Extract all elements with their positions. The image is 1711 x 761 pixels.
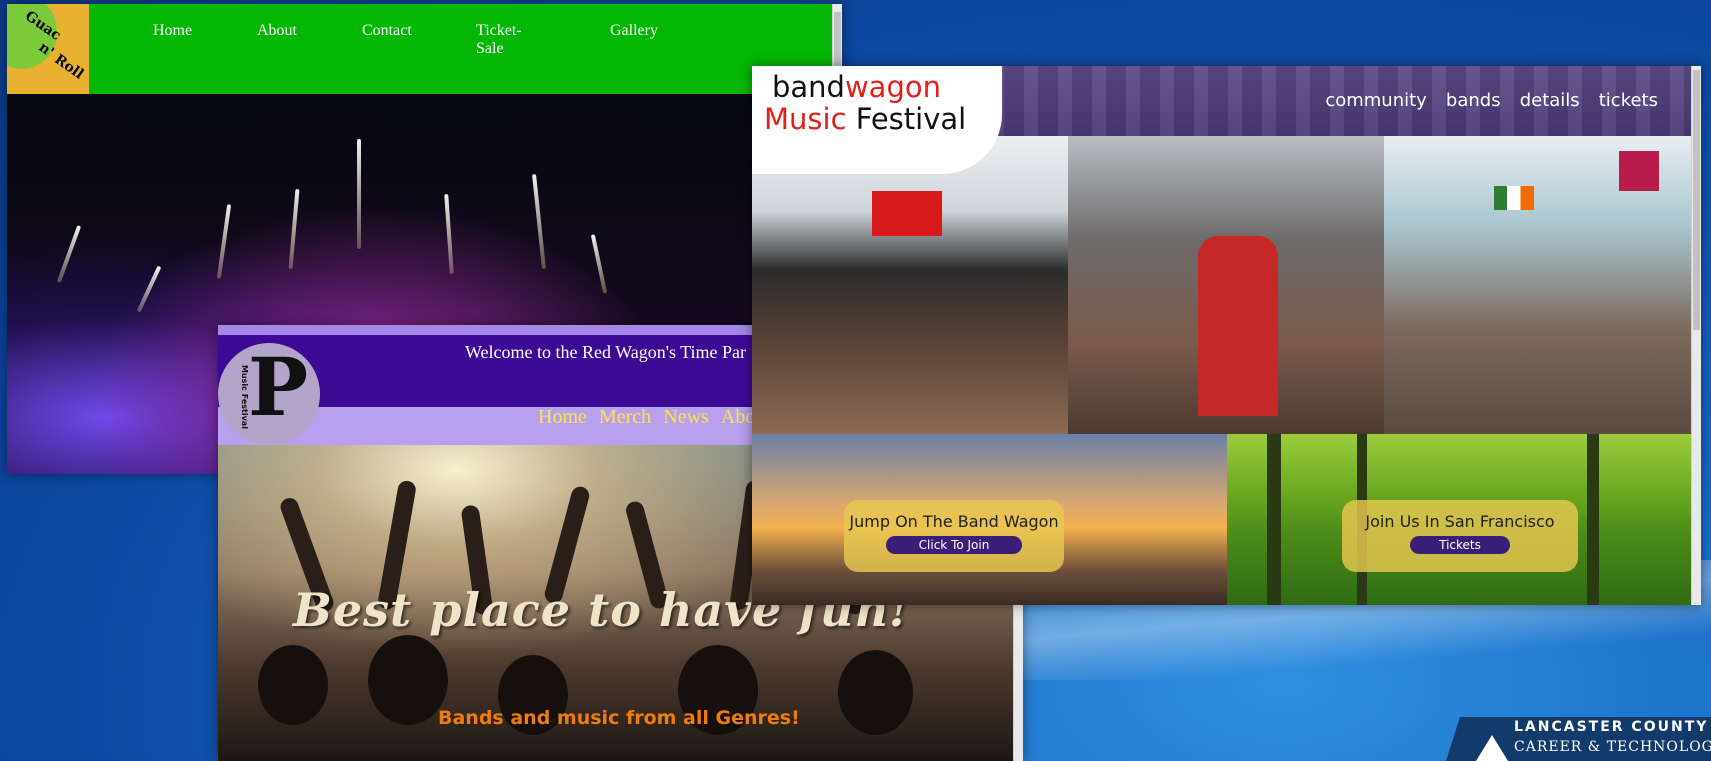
guac-header: Guac n' Roll Home About Contact Ticket-S… <box>7 4 833 94</box>
bw-scrollbar[interactable] <box>1691 66 1701 605</box>
rw-logo[interactable]: Music Festival P <box>218 343 320 445</box>
bw-nav-details[interactable]: details <box>1520 90 1580 111</box>
crowd-head <box>258 645 328 725</box>
lancaster-logo-mark-icon <box>1476 735 1508 761</box>
lancaster-county-logo: LANCASTER COUNTY CAREER & TECHNOLOGY C <box>1446 717 1711 761</box>
bw-photo-crowd <box>1068 136 1384 434</box>
rw-nav-home[interactable]: Home <box>538 406 587 428</box>
bw-photo-stage <box>752 136 1068 434</box>
bw-logo-band: band <box>772 70 845 104</box>
bw-forest-image: Join Us In San Francisco Tickets <box>1227 434 1692 605</box>
bw-cta-join: Jump On The Band Wagon Click To Join <box>844 500 1064 572</box>
bw-click-to-join-button[interactable]: Click To Join <box>886 536 1022 554</box>
bw-logo-wagon: wagon <box>844 70 941 104</box>
guac-logo[interactable]: Guac n' Roll <box>7 4 89 94</box>
bw-tickets-button[interactable]: Tickets <box>1410 536 1510 554</box>
crowd-head <box>838 650 913 735</box>
lancaster-logo-line2: CAREER & TECHNOLOGY C <box>1514 739 1711 755</box>
firework <box>56 225 82 283</box>
guac-nav-about[interactable]: About <box>257 22 297 40</box>
flag <box>1619 151 1659 191</box>
firework <box>444 193 454 275</box>
tree-trunk <box>1267 434 1281 605</box>
guac-nav-home[interactable]: Home <box>153 22 192 40</box>
rw-welcome-marquee: Welcome to the Red Wagon's Time Par <box>465 342 746 362</box>
firework <box>357 139 361 249</box>
bandwagon-window[interactable]: community bands details tickets bandwago… <box>752 66 1701 605</box>
bw-logo-line2: Music Festival <box>764 102 966 136</box>
stage-screen <box>872 191 942 236</box>
bw-nav-tickets[interactable]: tickets <box>1599 90 1658 111</box>
firework <box>590 234 608 294</box>
lancaster-logo-line1: LANCASTER COUNTY <box>1514 719 1709 735</box>
bw-logo[interactable]: bandwagon Music Festival <box>752 66 1002 174</box>
guac-nav-gallery[interactable]: Gallery <box>610 22 658 40</box>
rw-nav-merch[interactable]: Merch <box>599 406 651 428</box>
bw-palm-image: Jump On The Band Wagon Click To Join <box>752 434 1227 605</box>
bw-logo-music: Music <box>764 102 847 136</box>
guac-nav-ticket-sale[interactable]: Ticket-Sale <box>476 22 522 58</box>
rw-nav: Home Merch News Abou <box>538 406 772 429</box>
bw-nav: community bands details tickets <box>1311 90 1658 111</box>
bw-cta-sf-title: Join Us In San Francisco <box>1365 512 1555 531</box>
rw-nav-news[interactable]: News <box>663 406 709 428</box>
bw-nav-community[interactable]: community <box>1325 90 1427 111</box>
crowd-head <box>368 635 448 725</box>
firework <box>216 204 232 279</box>
flag <box>1494 186 1534 210</box>
guac-logo-line3: Roll <box>51 51 87 83</box>
rw-subheadline: Bands and music from all Genres! <box>438 707 800 729</box>
bw-nav-bands[interactable]: bands <box>1446 90 1501 111</box>
bw-cta-join-title: Jump On The Band Wagon <box>849 512 1059 531</box>
crowd-red-shirt <box>1198 236 1278 416</box>
bw-logo-line1: bandwagon <box>772 70 941 104</box>
guac-nav-contact[interactable]: Contact <box>362 22 412 40</box>
firework <box>288 188 300 270</box>
tree-trunk <box>1587 434 1599 605</box>
firework <box>532 174 546 269</box>
bw-cta-sf: Join Us In San Francisco Tickets <box>1342 500 1578 572</box>
firework <box>136 265 162 313</box>
bw-photo-flags <box>1384 136 1692 434</box>
bw-scrollbar-thumb[interactable] <box>1693 70 1700 330</box>
rw-logo-letter: P <box>248 340 309 434</box>
bw-logo-festival: Festival <box>855 102 967 136</box>
